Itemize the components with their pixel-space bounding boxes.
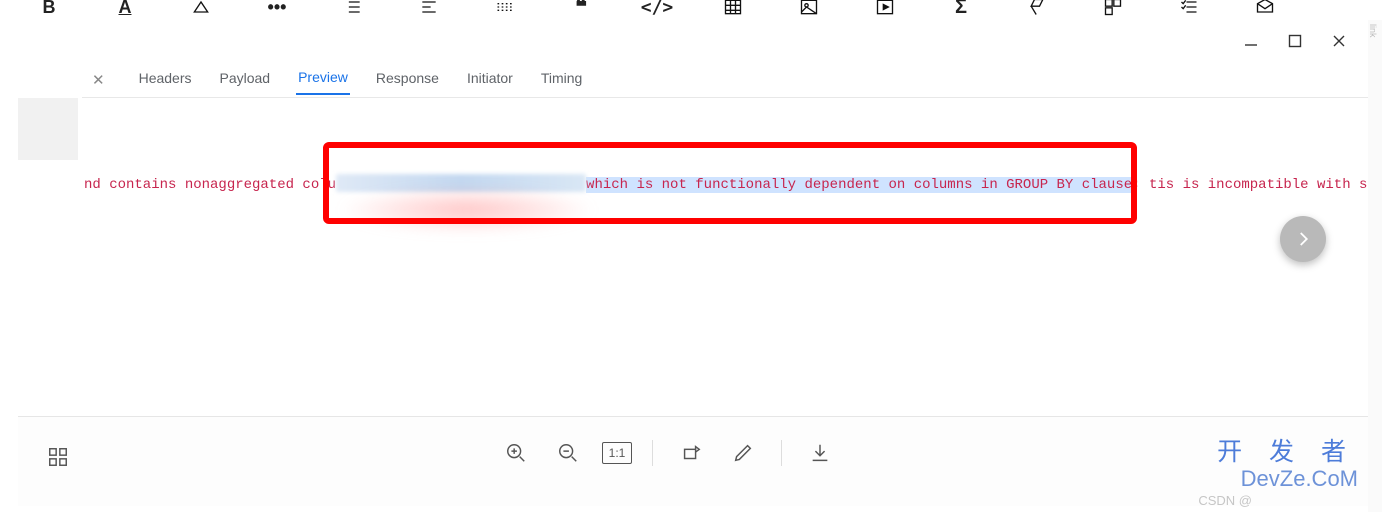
formula-icon[interactable]: Σ xyxy=(950,0,972,18)
font-color-icon[interactable]: A xyxy=(114,0,136,18)
component-icon[interactable] xyxy=(1102,0,1124,18)
toolbar-separator xyxy=(781,440,782,466)
error-suffix2: is is incompatible with sql_ xyxy=(1157,177,1368,193)
eraser-icon[interactable] xyxy=(1026,0,1048,18)
download-icon[interactable] xyxy=(802,435,838,471)
maximize-button[interactable] xyxy=(1286,32,1304,50)
quote-icon[interactable]: ❝ xyxy=(570,0,592,18)
right-rail: link xyxy=(1368,20,1382,512)
redacted-region xyxy=(336,174,586,192)
toolbar-separator xyxy=(652,440,653,466)
error-highlight: which is not functionally dependent on c… xyxy=(586,177,1132,193)
video-icon[interactable] xyxy=(874,0,896,18)
editor-toolbar: B A ••• ❝ </> Σ xyxy=(0,0,1382,20)
zoom-in-icon[interactable] xyxy=(498,435,534,471)
image-viewer-toolbar: 1:1 xyxy=(18,416,1368,506)
checklist-icon[interactable] xyxy=(1178,0,1200,18)
line-gutter xyxy=(18,98,78,160)
error-prefix: nd contains nonaggregated colu xyxy=(84,177,336,193)
tab-response[interactable]: Response xyxy=(374,70,441,94)
watermark-en: DevZe.CoM xyxy=(1241,466,1358,492)
bold-icon[interactable]: B xyxy=(38,0,60,18)
align-icon[interactable] xyxy=(418,0,440,18)
tab-timing[interactable]: Timing xyxy=(539,70,585,94)
preview-content[interactable]: nd contains nonaggregated colu which is n… xyxy=(78,110,1368,402)
watermark-cn: 开 发 者 xyxy=(1217,432,1356,468)
error-suffix1: ; t xyxy=(1132,177,1157,193)
hr-icon[interactable] xyxy=(494,0,516,18)
tab-initiator[interactable]: Initiator xyxy=(465,70,515,94)
table-icon[interactable] xyxy=(722,0,744,18)
image-icon[interactable] xyxy=(798,0,820,18)
highlight-icon[interactable] xyxy=(190,0,212,18)
close-button[interactable] xyxy=(1330,32,1348,50)
next-image-button[interactable] xyxy=(1280,216,1326,262)
list-icon[interactable] xyxy=(342,0,364,18)
actual-size-button[interactable]: 1:1 xyxy=(602,442,632,464)
rotate-icon[interactable] xyxy=(673,435,709,471)
window-controls xyxy=(1242,32,1348,50)
inbox-icon[interactable] xyxy=(1254,0,1276,18)
minimize-button[interactable] xyxy=(1242,32,1260,50)
tab-preview[interactable]: Preview xyxy=(296,69,350,95)
tab-headers[interactable]: Headers xyxy=(137,70,194,94)
zoom-out-icon[interactable] xyxy=(550,435,586,471)
close-panel-icon[interactable]: ✕ xyxy=(92,73,105,88)
devtools-tabbar: ✕ Headers Payload Preview Response Initi… xyxy=(82,64,1368,98)
watermark-csdn: CSDN @ xyxy=(1198,493,1252,508)
edit-icon[interactable] xyxy=(725,435,761,471)
more-icon[interactable]: ••• xyxy=(266,0,288,18)
thumbnails-icon[interactable] xyxy=(40,439,76,475)
error-message: nd contains nonaggregated colu which is n… xyxy=(78,174,1368,195)
code-icon[interactable]: </> xyxy=(646,0,668,18)
tab-payload[interactable]: Payload xyxy=(218,70,273,94)
